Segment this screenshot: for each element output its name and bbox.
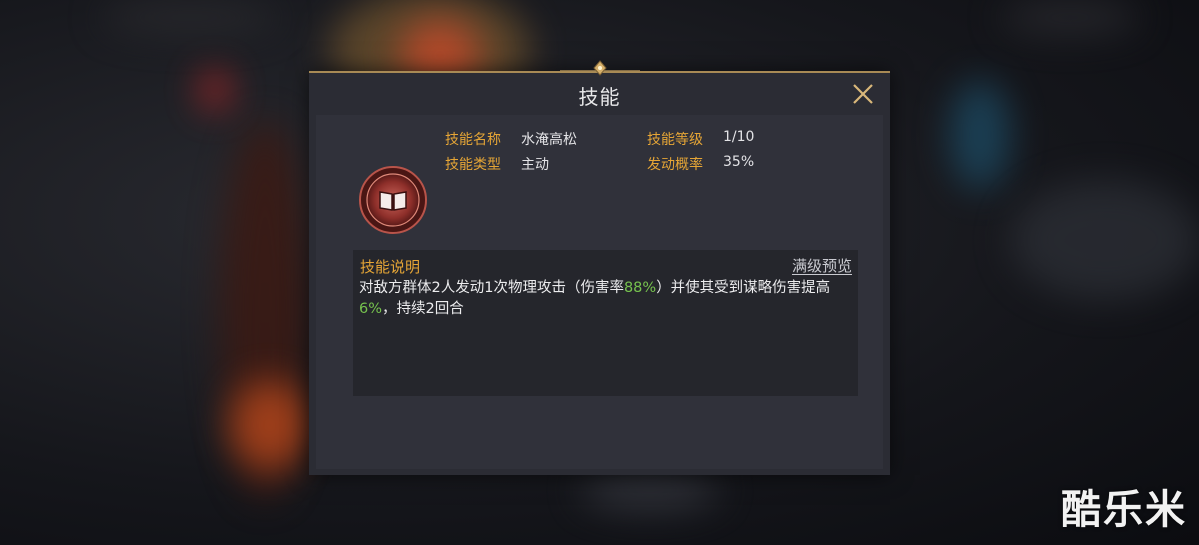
skill-type-label: 技能类型	[445, 157, 501, 173]
close-button[interactable]	[848, 79, 878, 109]
description-title: 技能说明	[360, 258, 421, 276]
skill-description-panel: 技能说明 满级预览 对敌方群体2人发动1次物理攻击（伤害率88%）并使其受到谋略…	[353, 250, 858, 396]
skill-name-value: 水淹高松	[521, 132, 577, 148]
skill-book-icon	[358, 165, 428, 235]
skill-rate-label: 发动概率	[647, 157, 703, 173]
watermark-logo: 酷乐米	[1061, 487, 1187, 533]
title-ornament	[560, 60, 640, 76]
dialog-titlebar: 技能	[309, 73, 890, 113]
skill-level-label: 技能等级	[647, 132, 703, 148]
skill-rate-value: 35%	[723, 154, 755, 170]
description-text: 对敌方群体2人发动1次物理攻击（伤害率88%）并使其受到谋略伤害提高6%，持续2…	[359, 280, 831, 317]
max-level-preview-link[interactable]: 满级预览	[792, 255, 852, 276]
damage-increase-value: 6%	[359, 301, 383, 317]
skill-level-value: 1/10	[723, 129, 755, 145]
damage-rate-value: 88%	[623, 280, 657, 296]
close-icon	[853, 84, 873, 104]
skill-dialog: 技能 技能名称 水淹高松 技能等级 1/10 技能类型 主动 发动概率 35% …	[309, 71, 890, 475]
skill-name-label: 技能名称	[445, 132, 501, 148]
dialog-body: 技能名称 水淹高松 技能等级 1/10 技能类型 主动 发动概率 35% 技能说…	[316, 115, 883, 469]
skill-type-value: 主动	[521, 157, 549, 173]
dialog-title: 技能	[578, 85, 621, 109]
